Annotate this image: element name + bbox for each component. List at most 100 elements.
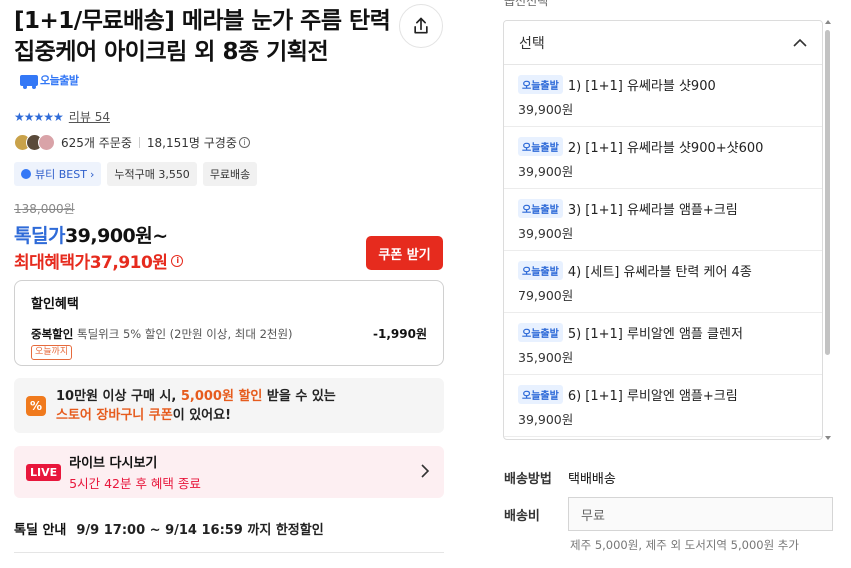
divider [138,137,140,148]
deal-price-value: 39,900원~ [64,225,168,247]
chevron-right-icon: › [89,167,95,181]
option-item-price: 39,900원 [518,164,574,179]
viewers-count: 18,151명 구경중 [146,136,237,150]
tag-beauty-best[interactable]: 뷰티 BEST › [14,162,102,186]
cart-coupon-promo[interactable]: % 10만원 이상 구매 시, 5,000원 할인 받을 수 있는 스토어 장바… [14,378,444,433]
today-delivery-badge: 오늘출발 [518,261,563,280]
today-delivery-badge: 오늘출발 [20,65,79,96]
option-item[interactable]: 오늘출발 5) [1+1] 루비알엔 앰플 클렌저 35,900원 [504,313,822,375]
option-item[interactable]: 오늘출발 6) [1+1] 루비알엔 앰플+크림 39,900원 [504,375,822,437]
orders-count: 625개 주문중 [61,136,132,150]
option-item-line: 오늘출발 2) [1+1] 유쎄라블 샷900+샷600 [518,137,808,156]
shipping-method: 배송방법 택배배송 [504,468,616,487]
scroll-up-arrow[interactable] [825,20,831,24]
max-benefit-price: 최대혜택가 37,910원 i [14,248,184,273]
option-item-line: 오늘출발 3) [1+1] 유쎄라블 앰플+크림 [518,199,808,218]
option-item-line: 오늘출발 1) [1+1] 유쎄라블 샷900 [518,75,808,94]
rating-row: ★★★★★ 리뷰 54 [14,108,110,125]
product-info-column: [1+1/무료배송] 메라블 눈가 주름 탄력 집중케어 아이크림 외 8종 기… [0,0,460,568]
shipping-fee: 배송비 [504,497,833,531]
special-deal-period: 9/9 17:00 ~ 9/14 16:59 까지 한정할인 [76,523,324,538]
live-badge: LIVE [26,463,62,481]
info-icon[interactable]: i [238,137,250,148]
today-delivery-badge: 오늘출발 [518,385,563,404]
buyers-row: 625개 주문중 18,151명 구경중 i [14,134,250,151]
promo-text-part: 받을 수 있는 [262,388,336,404]
special-deal-info: 톡딜 안내 9/9 17:00 ~ 9/14 16:59 까지 한정할인 [14,519,324,538]
promo-text-part: 이 있어요! [172,407,231,423]
chevron-up-icon [793,38,807,47]
get-coupon-button[interactable]: 쿠폰 받기 [366,236,443,270]
option-item[interactable]: 오늘출발 4) [세트] 유쎄라블 탄력 케어 4종 79,900원 [504,251,822,313]
option-item-line: 오늘출발 4) [세트] 유쎄라블 탄력 케어 4종 [518,261,808,280]
today-delivery-badge: 오늘출발 [518,75,563,94]
option-item-name: 5) [1+1] 루비알엔 앰플 클렌저 [567,327,743,342]
discount-benefits-box: 할인혜택 중복할인 톡딜위크 5% 할인 (2만원 이상, 최대 2천원) 오늘… [14,280,444,366]
shipping-method-label: 배송방법 [504,472,552,487]
special-deal-label: 톡딜 안내 [14,523,67,538]
option-dropdown[interactable]: 선택 오늘출발 1) [1+1] 유쎄라블 샷900 39,900원 오늘출발 2) [… [503,20,823,440]
option-item-price: 39,900원 [518,412,574,427]
cart-promo-text: 10만원 이상 구매 시, 5,000원 할인 받을 수 있는 스토어 장바구니… [56,387,336,425]
today-delivery-label: 오늘출발 [40,74,79,87]
option-scrollbar[interactable] [825,20,831,440]
today-delivery-badge: 오늘출발 [518,137,563,156]
max-price-value: 37,910원 [89,253,168,273]
product-title: [1+1/무료배송] 메라블 눈가 주름 탄력 집중케어 아이크림 외 8종 기… [14,6,394,99]
option-item-price: 39,900원 [518,226,574,241]
option-section-header: 옵션선택 [504,0,549,8]
option-item-price: 35,900원 [518,350,574,365]
option-item[interactable]: 오늘출발 2) [1+1] 유쎄라블 샷900+샷600 39,900원 [504,127,822,189]
live-text: 라이브 다시보기 5시간 42분 후 혜택 종료 [69,452,201,492]
option-item-line: 오늘출발 6) [1+1] 루비알엔 앰플+크림 [518,385,808,404]
option-item-name: 1) [1+1] 유쎄라블 샷900 [567,79,716,94]
review-link[interactable]: 리뷰 54 [69,108,110,125]
buyer-avatars [14,134,55,151]
deal-price-label: 톡딜가 [14,225,65,247]
scroll-thumb[interactable] [825,30,830,355]
shipping-method-value: 택배배송 [568,472,616,487]
option-item[interactable]: 오늘출발 3) [1+1] 유쎄라블 앰플+크림 39,900원 [504,189,822,251]
option-item-name: 6) [1+1] 루비알엔 앰플+크림 [567,389,738,404]
today-only-badge: 오늘까지 [31,345,73,360]
percent-icon: % [26,395,46,416]
option-item-name: 4) [세트] 유쎄라블 탄력 케어 4종 [567,265,752,280]
original-price: 138,000원 [14,202,75,216]
tag-free-shipping: 무료배송 [202,162,258,186]
live-title: 라이브 다시보기 [69,456,158,471]
tag-cumulative-purchases: 누적구매 3,550 [107,162,197,186]
promo-highlight: 5,000원 할인 [180,388,263,404]
shipping-fee-label: 배송비 [504,508,540,524]
option-select[interactable]: 선택 [504,21,822,65]
option-select-label: 선택 [519,35,545,52]
live-countdown: 5시간 42분 후 혜택 종료 [69,476,201,491]
info-icon[interactable]: i [171,254,184,267]
truck-icon [20,75,38,89]
option-item-price: 79,900원 [518,288,574,303]
divider [14,552,444,553]
max-price-label: 최대혜택가 [14,253,90,273]
avatar [38,134,55,151]
discount-amount: -1,990원 [373,327,427,341]
scroll-down-arrow[interactable] [825,436,831,440]
share-icon [414,17,428,34]
live-replay-banner[interactable]: LIVE 라이브 다시보기 5시간 42분 후 혜택 종료 [14,446,444,498]
share-button[interactable] [399,4,443,48]
option-item-price: 39,900원 [518,102,574,117]
product-title-text: [1+1/무료배송] 메라블 눈가 주름 탄력 집중케어 아이크림 외 8종 기… [14,8,391,65]
shipping-fee-field[interactable] [568,497,833,531]
rating-stars: ★★★★★ [14,109,64,124]
promo-highlight: 스토어 장바구니 쿠폰 [56,407,173,423]
discount-description: 중복할인 톡딜위크 5% 할인 (2만원 이상, 최대 2천원) 오늘까지 [31,326,311,360]
option-item-line: 오늘출발 5) [1+1] 루비알엔 앰플 클렌저 [518,323,808,342]
option-item-name: 2) [1+1] 유쎄라블 샷900+샷600 [567,141,764,156]
chevron-right-icon [421,464,430,478]
option-item-name: 3) [1+1] 유쎄라블 앰플+크림 [567,203,738,218]
discount-detail: 톡딜위크 5% 할인 (2만원 이상, 최대 2천원) [76,327,293,341]
today-delivery-badge: 오늘출발 [518,323,563,342]
discount-label: 중복할인 [31,327,74,341]
discount-row: 중복할인 톡딜위크 5% 할인 (2만원 이상, 최대 2천원) 오늘까지 -1… [31,326,427,360]
option-item[interactable]: 오늘출발 1) [1+1] 유쎄라블 샷900 39,900원 [504,65,822,127]
tag-label: 뷰티 BEST [35,168,87,181]
promo-text-part: 10만원 이상 구매 시, [56,388,181,404]
